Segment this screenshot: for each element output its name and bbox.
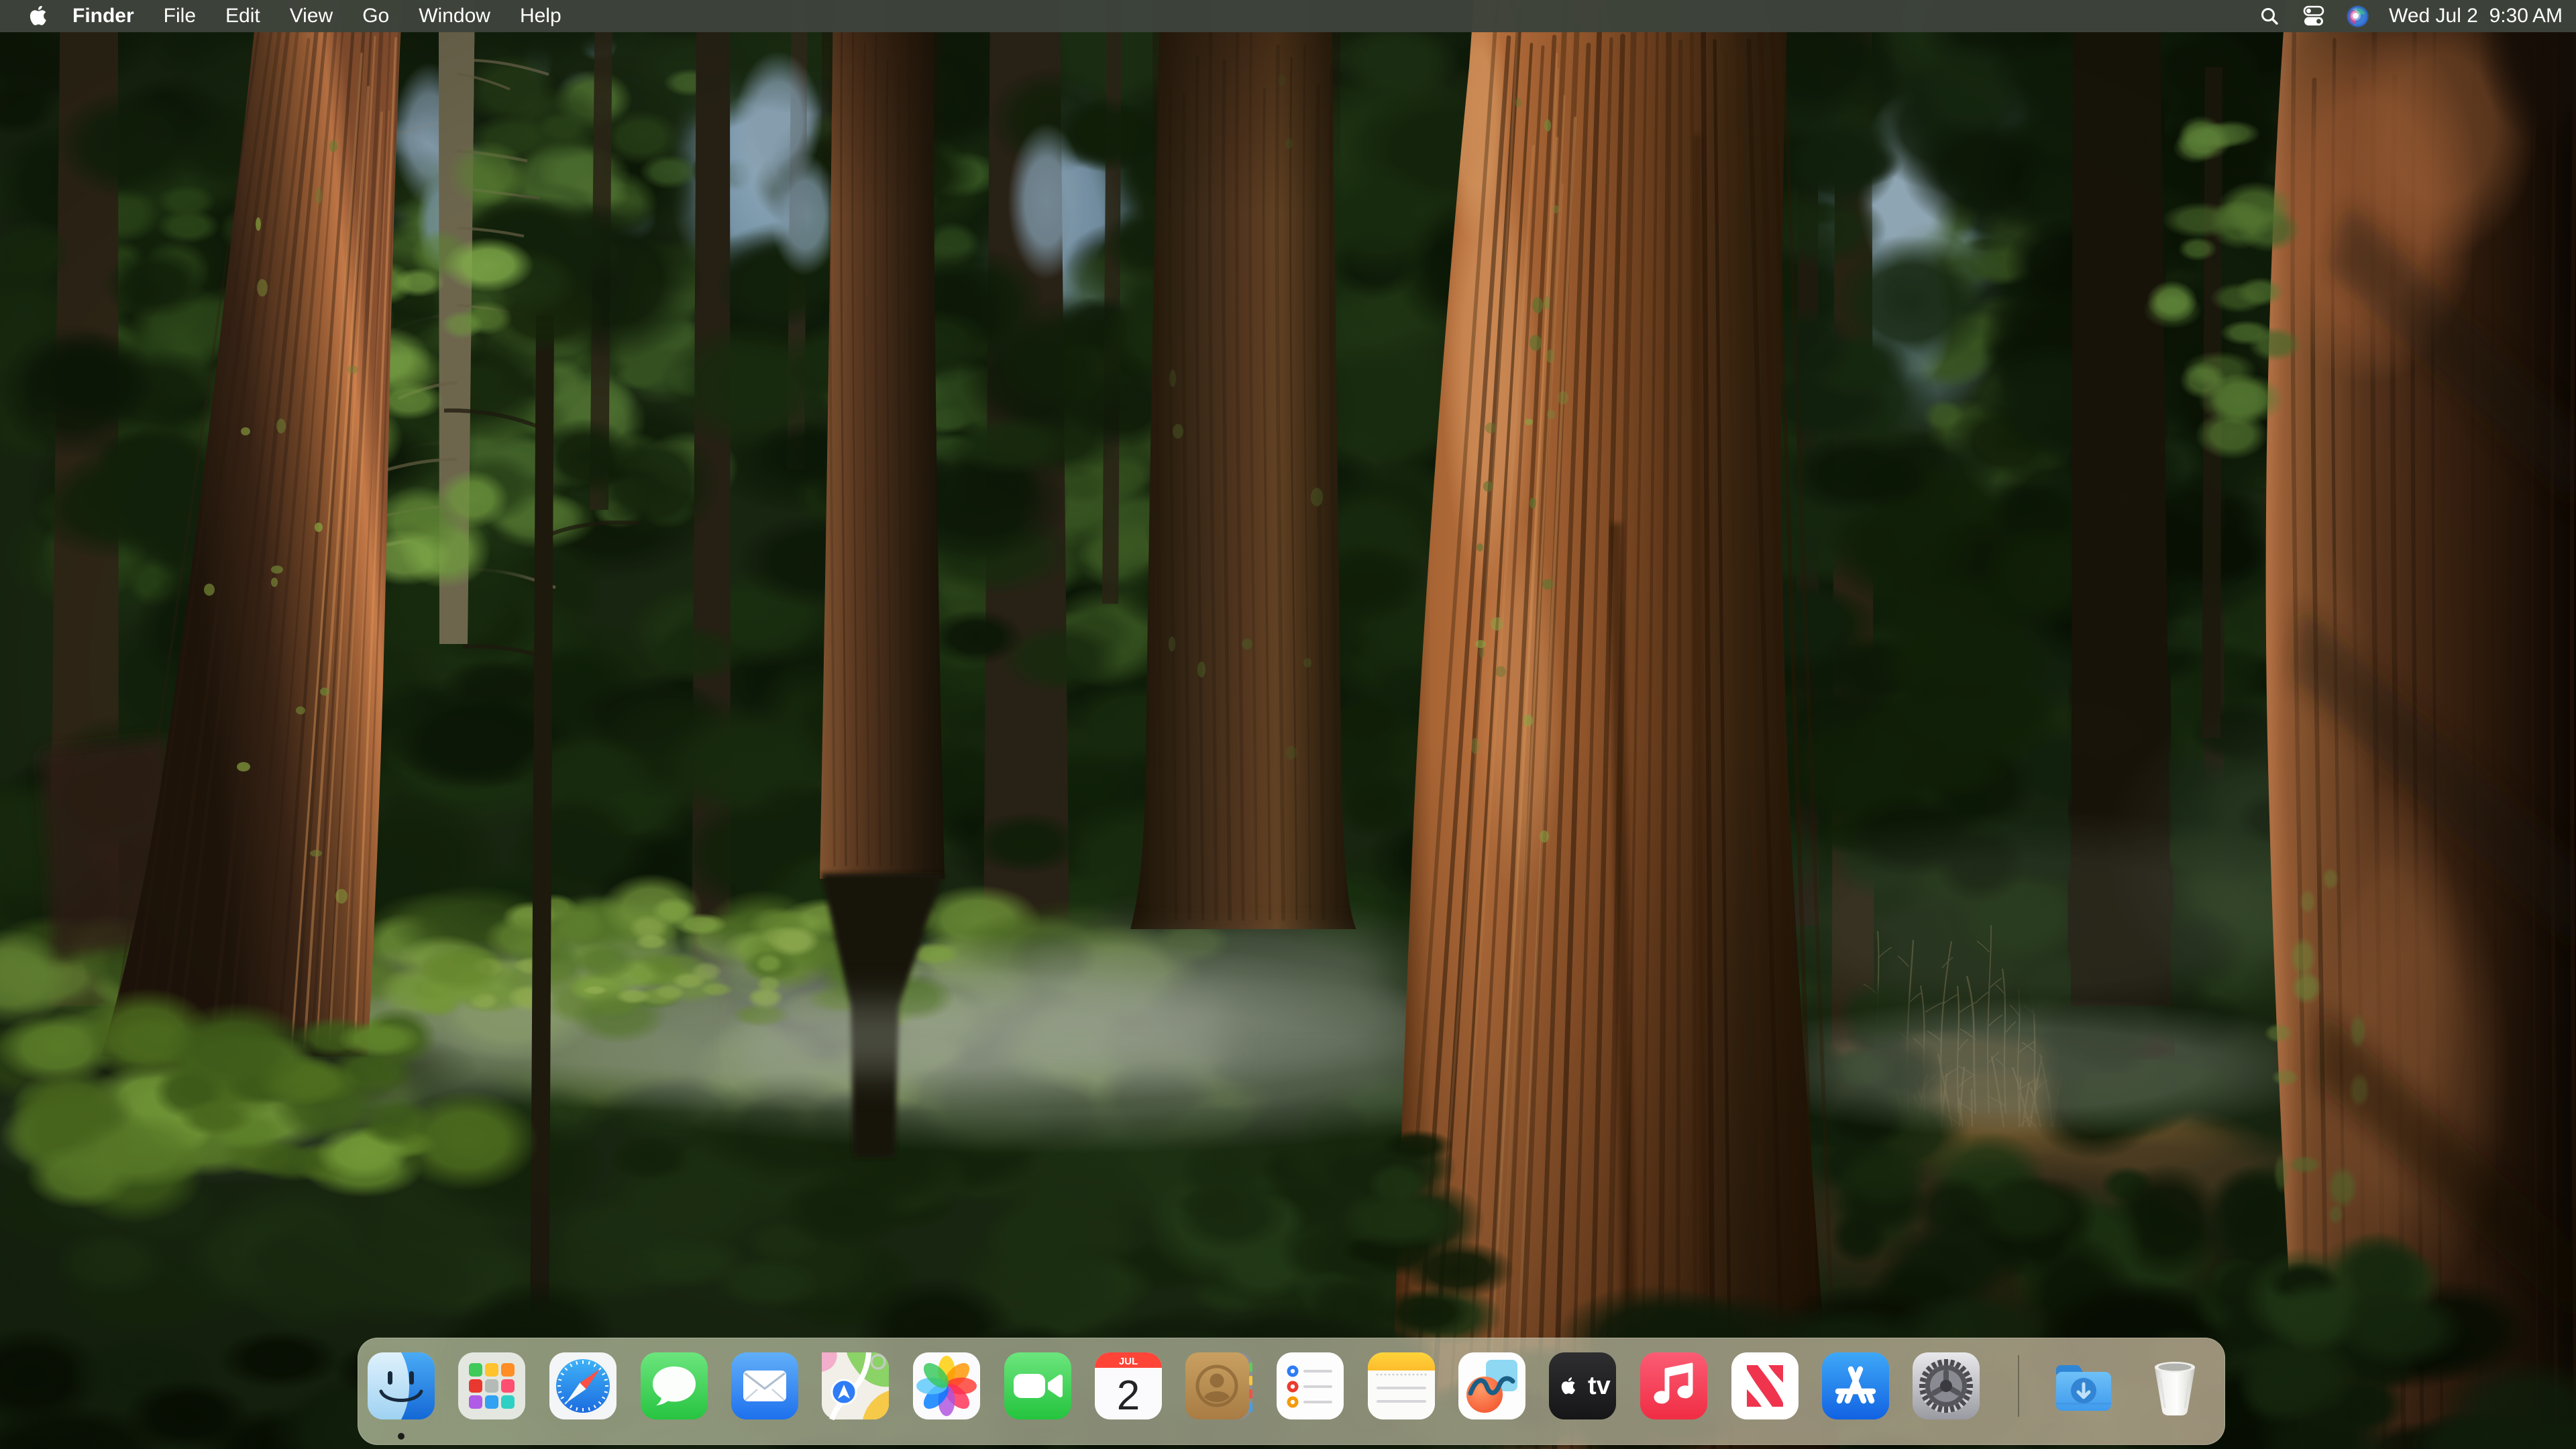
svg-text:JUL: JUL (1119, 1356, 1138, 1367)
svg-text:2: 2 (1117, 1373, 1140, 1419)
svg-text:tv: tv (1588, 1372, 1611, 1400)
